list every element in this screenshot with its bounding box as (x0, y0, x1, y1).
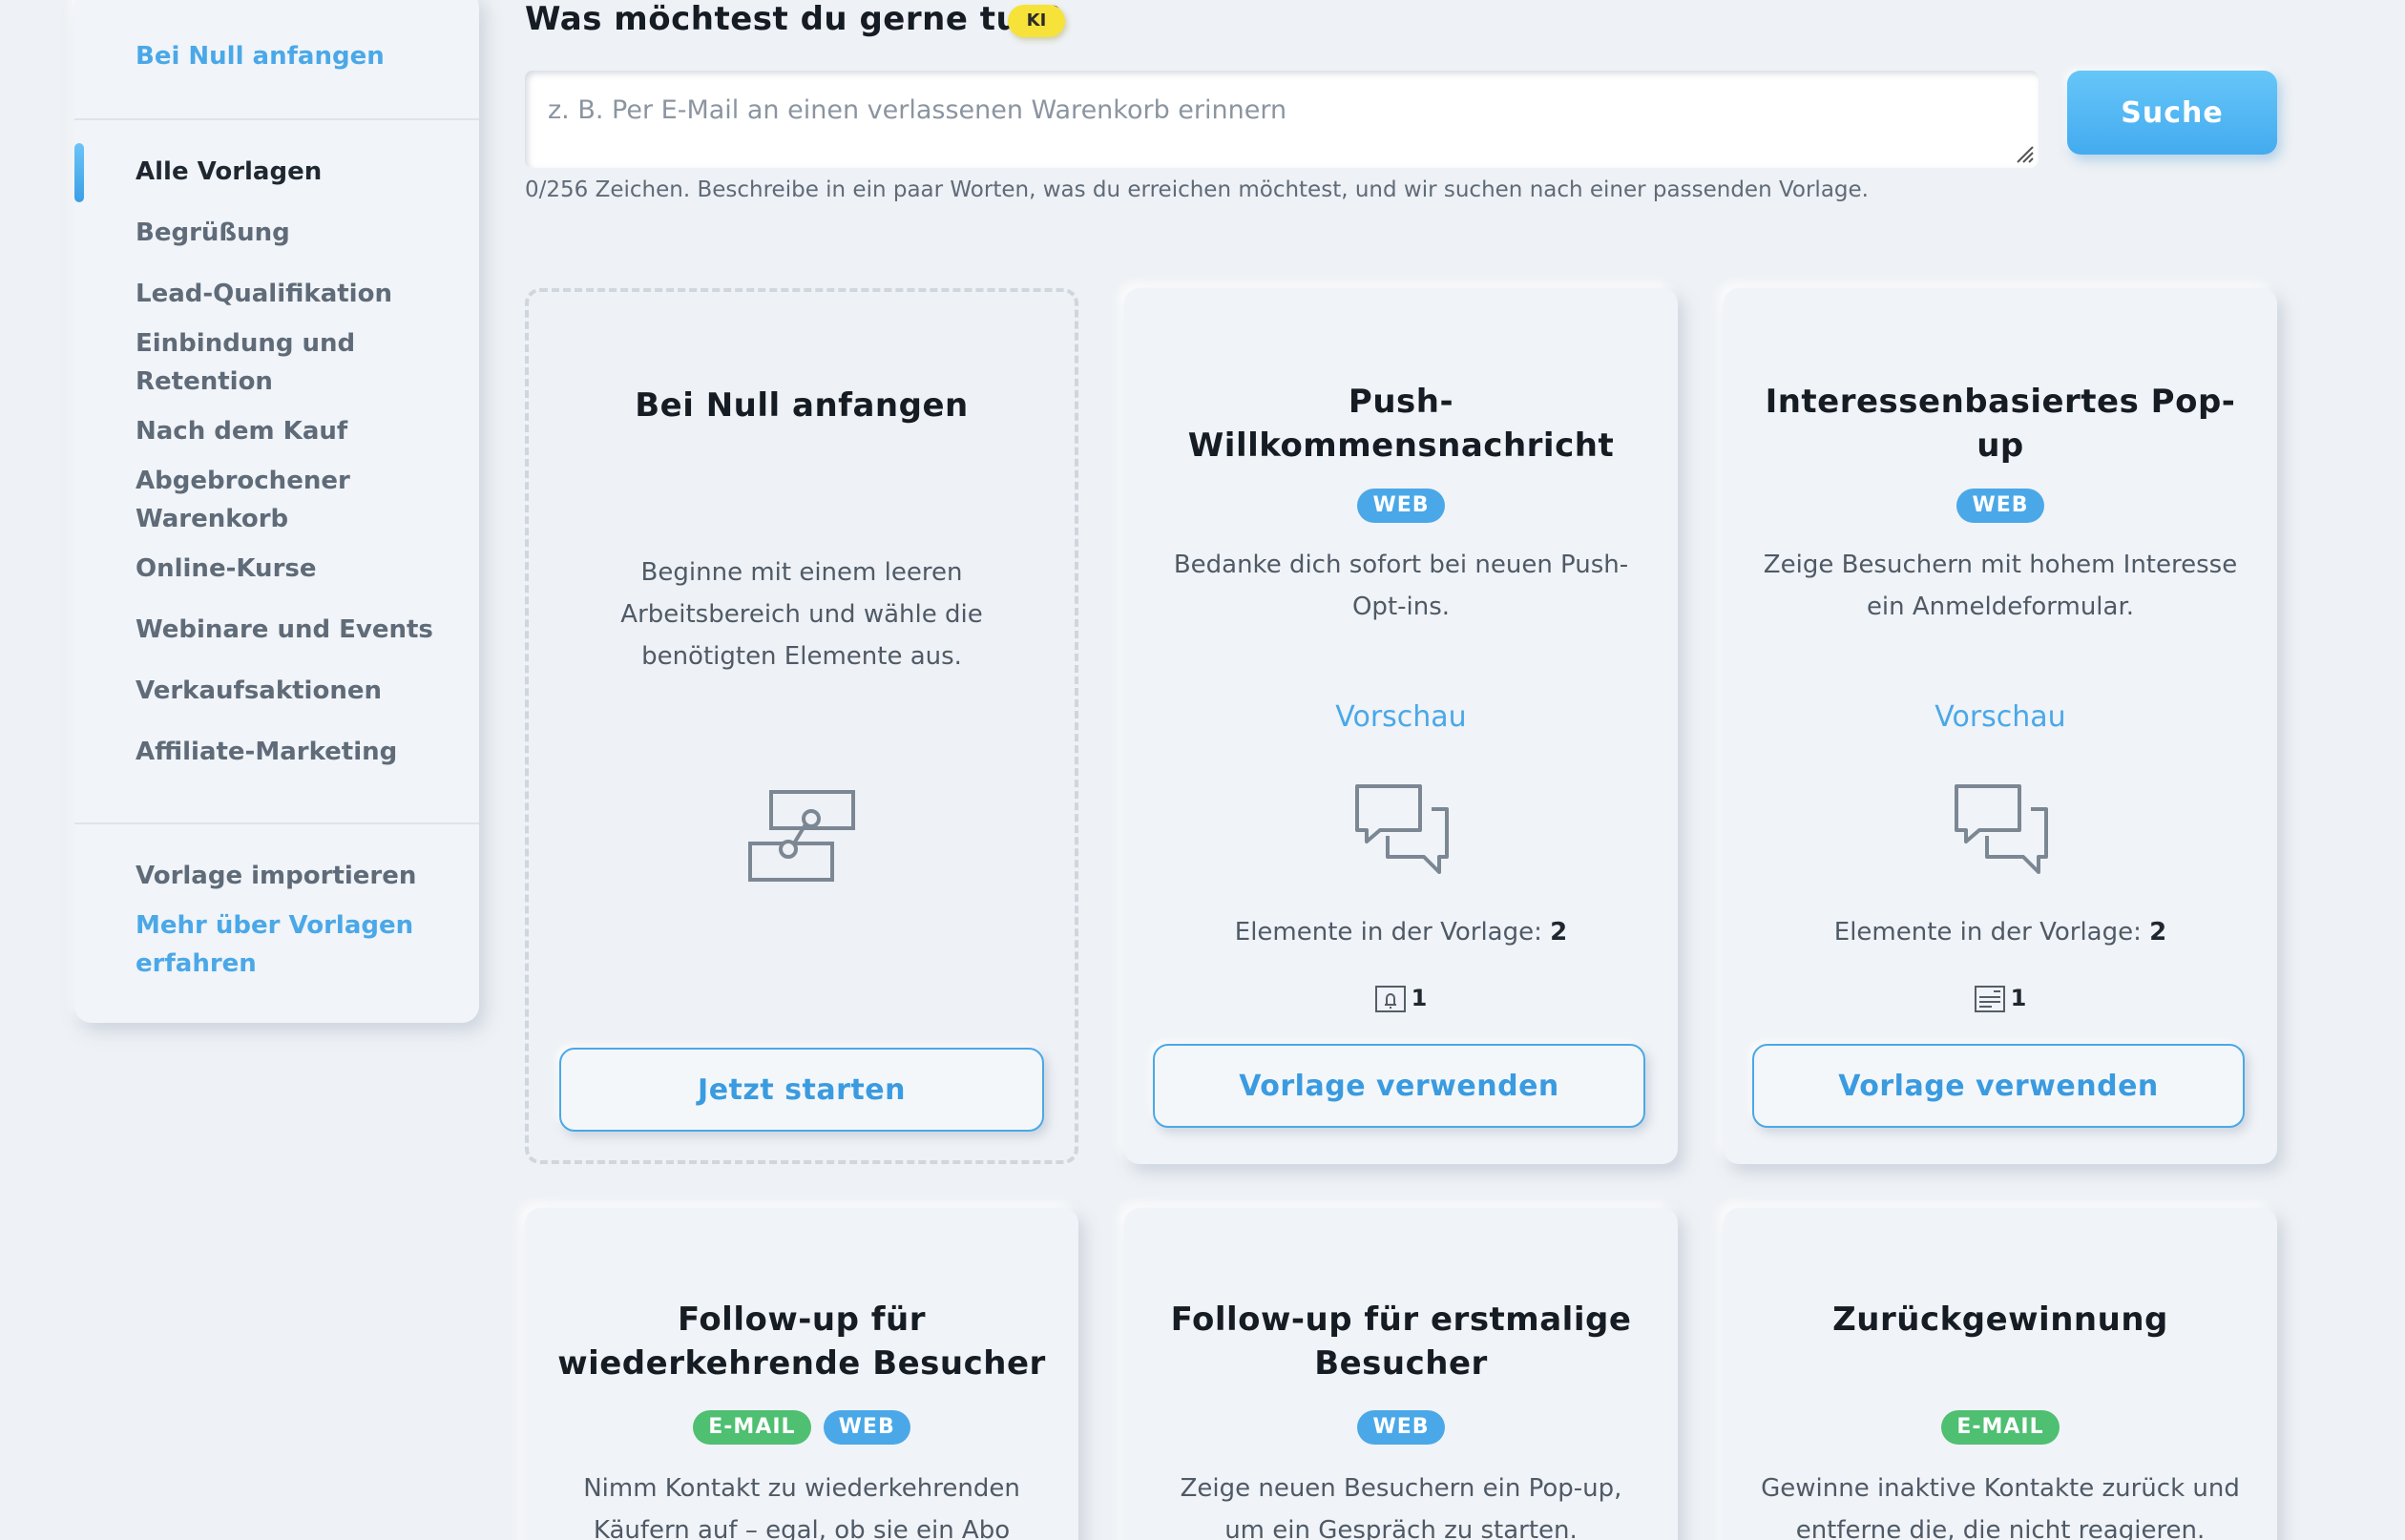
email-badge: E-MAIL (693, 1410, 811, 1445)
template-card-returning-visitors: Follow-up für wiederkehrende Besucher E-… (525, 1208, 1078, 1540)
elements-label: Elemente in der Vorlage: (1234, 918, 1542, 947)
card-description: Zeige neuen Besuchern ein Pop-up, um ein… (1180, 1474, 1622, 1540)
element-type-count: 1 (1124, 985, 1678, 1012)
card-description: Gewinne inaktive Kontakte zurück und ent… (1761, 1474, 2240, 1540)
card-title: Bei Null anfangen (635, 386, 969, 425)
sidebar-item-post-purchase[interactable]: Nach dem Kauf (136, 412, 450, 450)
use-template-button[interactable]: Vorlage verwenden (1752, 1044, 2245, 1128)
sidebar-learn-more-link[interactable]: Mehr über Vorlagen erfahren (136, 906, 450, 983)
element-type-count: 1 (1724, 985, 2277, 1012)
push-bell-icon (1374, 986, 1406, 1012)
card-title: Follow-up für erstmalige Besucher (1170, 1301, 1632, 1383)
elements-count: 2 (2149, 918, 2167, 947)
elements-count-line: Elemente in der Vorlage: 2 (1124, 918, 1678, 947)
sidebar-divider (74, 118, 479, 120)
card-title: Follow-up für wiederkehrende Besucher (557, 1301, 1046, 1383)
sidebar-item-sales[interactable]: Verkaufsaktionen (136, 672, 450, 710)
sidebar-item-all-templates[interactable]: Alle Vorlagen (136, 153, 450, 191)
ai-badge: KI (1008, 5, 1065, 37)
sidebar-start-from-scratch-link[interactable]: Bei Null anfangen (136, 42, 385, 71)
start-now-button[interactable]: Jetzt starten (559, 1048, 1044, 1132)
chat-bubbles-icon (1951, 780, 2050, 884)
elements-label: Elemente in der Vorlage: (1833, 918, 2142, 947)
sidebar-divider (74, 822, 479, 824)
sidebar-item-webinars-events[interactable]: Webinare und Events (136, 611, 450, 649)
channel-badges: E-MAIL (1724, 1410, 2277, 1445)
channel-badges: WEB (1124, 1410, 1678, 1445)
sidebar-item-affiliate-marketing[interactable]: Affiliate-Marketing (136, 733, 450, 771)
template-search-input[interactable] (525, 71, 2039, 168)
preview-link[interactable]: Vorschau (1724, 700, 2277, 734)
sidebar-item-abandoned-cart[interactable]: Abgebrochener Warenkorb (136, 462, 450, 538)
sidebar-item-engagement-retention[interactable]: Einbindung und Retention (136, 324, 450, 401)
web-badge: WEB (823, 1410, 910, 1445)
elements-count: 2 (1550, 918, 1568, 947)
search-button[interactable]: Suche (2067, 71, 2277, 155)
template-card-interest-popup: Interessenbasiertes Pop-up WEB Zeige Bes… (1724, 288, 2277, 1164)
popup-form-icon (1974, 986, 2005, 1012)
sidebar-active-indicator (74, 143, 84, 202)
template-card-win-back: Zurückgewinnung E-MAIL Gewinne inaktive … (1724, 1208, 2277, 1540)
channel-badges: WEB (1724, 489, 2277, 523)
preview-link[interactable]: Vorschau (1124, 700, 1678, 734)
card-description: Bedanke dich sofort bei neuen Push-Opt-i… (1173, 551, 1629, 621)
card-description: Zeige Besuchern mit hohem Interesse ein … (1763, 551, 2238, 621)
flow-diagram-icon (746, 788, 857, 887)
sidebar-item-lead-qualification[interactable]: Lead-Qualifikation (136, 275, 450, 313)
web-badge: WEB (1357, 489, 1445, 523)
channel-badges: WEB (1124, 489, 1678, 523)
web-badge: WEB (1956, 489, 2044, 523)
use-template-button[interactable]: Vorlage verwenden (1153, 1044, 1645, 1128)
card-title: Zurückgewinnung (1832, 1301, 2168, 1339)
template-card-start-from-scratch: Bei Null anfangen Beginne mit einem leer… (525, 288, 1078, 1164)
email-badge: E-MAIL (1941, 1410, 2060, 1445)
template-sidebar: Bei Null anfangen Alle Vorlagen Begrüßun… (74, 0, 479, 1023)
sidebar-item-online-courses[interactable]: Online-Kurse (136, 550, 450, 588)
card-description: Nimm Kontakt zu wiederkehrenden Käufern … (583, 1474, 1020, 1540)
web-badge: WEB (1357, 1410, 1445, 1445)
element-icon-count: 1 (2010, 985, 2027, 1011)
resize-grip-icon[interactable] (2014, 143, 2035, 164)
template-card-first-time-visitors: Follow-up für erstmalige Besucher WEB Ze… (1124, 1208, 1678, 1540)
search-question-heading: Was möchtest du gerne tun? (525, 0, 1063, 38)
sidebar-import-template[interactable]: Vorlage importieren (136, 857, 450, 895)
template-card-push-welcome: Push-Willkommensnachricht WEB Bedanke di… (1124, 288, 1678, 1164)
channel-badges: E-MAIL WEB (525, 1410, 1078, 1445)
card-title: Interessenbasiertes Pop-up (1765, 383, 2236, 465)
search-hint-text: 0/256 Zeichen. Beschreibe in ein paar Wo… (525, 177, 1869, 202)
card-description: Beginne mit einem leeren Arbeitsbereich … (620, 558, 983, 671)
element-icon-count: 1 (1411, 985, 1428, 1011)
card-title: Push-Willkommensnachricht (1187, 383, 1615, 465)
sidebar-item-welcome[interactable]: Begrüßung (136, 214, 450, 252)
chat-bubbles-icon (1351, 780, 1451, 884)
elements-count-line: Elemente in der Vorlage: 2 (1724, 918, 2277, 947)
